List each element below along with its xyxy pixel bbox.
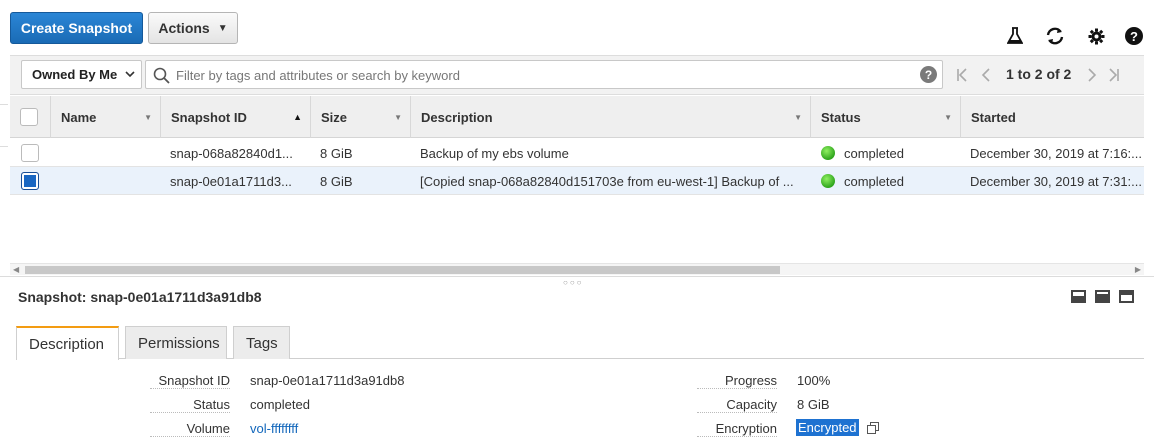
cell-status: completed (821, 167, 956, 195)
gear-icon[interactable] (1085, 24, 1107, 48)
sort-asc-icon: ▲ (293, 112, 302, 122)
column-label: Status (821, 109, 861, 125)
sort-icon: ▼ (144, 112, 152, 122)
chevron-down-icon (125, 71, 135, 78)
cell-status: completed (821, 139, 956, 167)
column-header-size[interactable]: Size ▼ (310, 96, 410, 138)
details-title: Snapshot: snap-0e01a1711d3a91db8 (18, 289, 262, 305)
volume-link[interactable]: vol-ffffffff (250, 421, 298, 436)
select-all-checkbox[interactable] (20, 108, 38, 126)
actions-label: Actions (158, 20, 210, 36)
layout-bottom-icon[interactable] (1071, 290, 1086, 303)
capacity-label: Capacity (697, 397, 777, 413)
sort-icon: ▼ (394, 112, 402, 122)
create-snapshot-button[interactable]: Create Snapshot (10, 12, 143, 44)
column-label: Description (421, 109, 493, 125)
cell-snapshot-id: snap-068a82840d1... (170, 145, 293, 161)
layout-split-icon[interactable] (1095, 290, 1110, 303)
column-header-name[interactable]: Name ▼ (50, 96, 160, 138)
search-input[interactable] (176, 65, 906, 85)
divider (0, 146, 8, 147)
last-page-icon[interactable] (1108, 66, 1120, 84)
help-icon[interactable]: ? (1123, 24, 1145, 48)
owned-by-select[interactable]: Owned By Me (21, 60, 142, 89)
horizontal-scrollbar[interactable]: ◀ ▶ (10, 263, 1144, 275)
search-icon (153, 67, 170, 84)
column-label: Name (61, 109, 97, 125)
scroll-left-icon[interactable]: ◀ (13, 264, 19, 276)
tab-label: Tags (246, 334, 278, 352)
progress-label: Progress (697, 373, 777, 389)
search-help-icon[interactable]: ? (920, 66, 937, 83)
cell-started: December 30, 2019 at 7:16:... (970, 145, 1142, 161)
volume-label: Volume (150, 421, 230, 437)
table-header: Name ▼ Snapshot ID ▲ Size ▼ Description … (10, 96, 1144, 138)
sort-icon: ▼ (794, 112, 802, 122)
divider (0, 104, 8, 105)
cell-name (60, 167, 155, 195)
row-select-cell (21, 139, 41, 167)
owned-by-label: Owned By Me (32, 67, 118, 82)
flask-icon[interactable] (1004, 24, 1026, 48)
status-ok-icon (821, 174, 835, 188)
tab-permissions[interactable]: Permissions (125, 326, 227, 359)
table-row[interactable]: snap-0e01a1711d3... 8 GiB [Copied snap-0… (10, 167, 1144, 195)
row-checkbox[interactable] (21, 172, 39, 190)
column-header-started[interactable]: Started (960, 96, 1144, 138)
status-text: completed (844, 173, 904, 189)
tab-label: Permissions (138, 334, 220, 352)
tab-label: Description (29, 335, 105, 353)
table-row[interactable]: snap-068a82840d1... 8 GiB Backup of my e… (10, 139, 1144, 167)
search-box[interactable]: ? (145, 60, 943, 89)
column-label: Snapshot ID (171, 109, 247, 125)
status-text: completed (844, 145, 904, 161)
refresh-icon[interactable] (1044, 24, 1066, 48)
pagination-text: 1 to 2 of 2 (1006, 66, 1072, 82)
column-label: Size (321, 109, 348, 125)
chevron-down-icon: ▼ (217, 22, 228, 34)
drag-handle-icon[interactable]: ○○○ (563, 278, 584, 287)
row-checkbox[interactable] (21, 144, 39, 162)
cell-size: 8 GiB (320, 173, 353, 189)
copy-icon[interactable] (867, 422, 879, 437)
next-page-icon[interactable] (1087, 66, 1097, 84)
encryption-value: Encrypted (796, 419, 859, 436)
encryption-text: Encrypted (796, 419, 859, 436)
cell-size: 8 GiB (320, 145, 353, 161)
column-header-status[interactable]: Status ▼ (810, 96, 960, 138)
actions-button[interactable]: Actions ▼ (148, 12, 238, 44)
scroll-right-icon[interactable]: ▶ (1135, 264, 1141, 276)
encryption-label: Encryption (697, 421, 777, 437)
status-value: completed (250, 397, 310, 412)
cell-started: December 30, 2019 at 7:31:... (970, 173, 1142, 189)
sort-icon: ▼ (944, 112, 952, 122)
scrollbar-thumb[interactable] (25, 266, 780, 274)
select-all-cell (10, 96, 50, 138)
layout-full-icon[interactable] (1119, 290, 1134, 303)
column-label: Started (971, 109, 1016, 125)
tab-description[interactable]: Description (16, 326, 119, 360)
first-page-icon[interactable] (956, 66, 968, 84)
prev-page-icon[interactable] (981, 66, 991, 84)
cell-description: Backup of my ebs volume (420, 145, 569, 161)
cell-description: [Copied snap-068a82840d151703e from eu-w… (420, 173, 794, 189)
tab-tags[interactable]: Tags (233, 326, 290, 359)
snapshot-id-value: snap-0e01a1711d3a91db8 (250, 373, 405, 388)
capacity-value: 8 GiB (797, 397, 830, 412)
cell-name (60, 139, 155, 167)
snapshot-id-label: Snapshot ID (150, 373, 230, 389)
status-label: Status (150, 397, 230, 413)
column-header-description[interactable]: Description ▼ (410, 96, 810, 138)
column-header-snapshot-id[interactable]: Snapshot ID ▲ (160, 96, 310, 138)
cell-snapshot-id: snap-0e01a1711d3... (170, 173, 292, 189)
row-select-cell (21, 167, 41, 195)
progress-value: 100% (797, 373, 831, 388)
status-ok-icon (821, 146, 835, 160)
